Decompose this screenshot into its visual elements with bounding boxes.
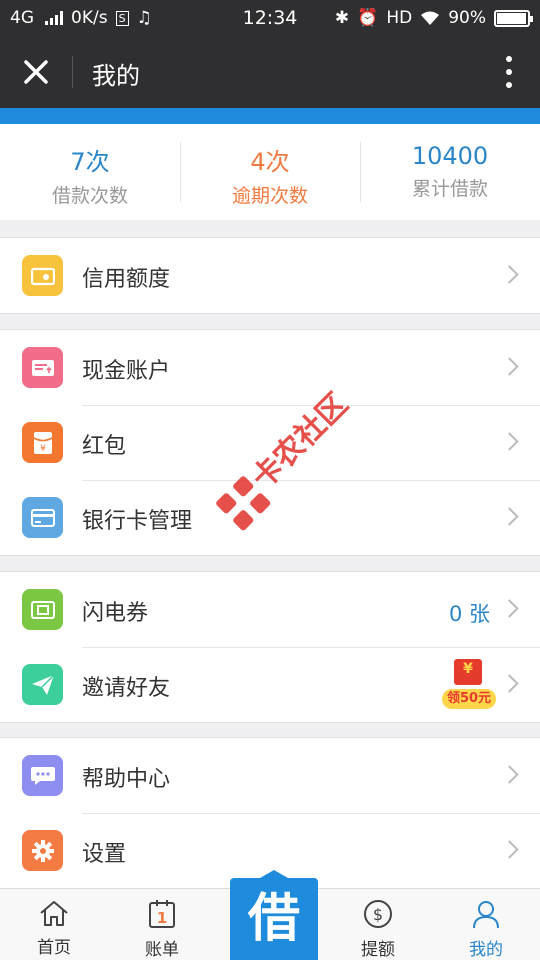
hd-indicator: HD [386,8,413,28]
menu-group-credit: 信用额度 [0,237,540,314]
menu-item-credit-limit[interactable]: 信用额度 [0,238,540,313]
menu-item-bank-card[interactable]: 银行卡管理 [0,480,540,555]
stat-label: 逾期次数 [231,185,308,207]
more-options-button[interactable] [504,56,514,88]
stat-total-borrowed[interactable]: 10400 累计借款 [360,124,540,220]
chevron-right-icon [500,357,519,376]
menu-item-red-packet[interactable]: ¥ 红包 [0,405,540,480]
chevron-right-icon [500,432,519,451]
menu-group-support: 帮助中心 设置 [0,737,540,889]
close-icon [24,60,48,84]
chevron-right-icon [500,840,519,859]
menu-item-label: 闪电券 [82,601,149,626]
menu-item-help-center[interactable]: 帮助中心 [0,738,540,813]
menu-item-label: 信用额度 [82,267,171,292]
tab-home[interactable]: 首页 [0,889,108,960]
stat-label: 累计借款 [411,178,488,200]
chevron-right-icon [500,674,519,693]
red-packet-badge: ¥ 领50元 [442,659,496,711]
battery-fill [497,12,526,24]
menu-item-label: 设置 [82,842,127,867]
menu-item-label: 银行卡管理 [82,509,193,534]
menu-group-account: 现金账户 ¥ 红包 银行卡管理 [0,329,540,556]
menu-item-flash-coupon[interactable]: 闪电券 0 张 [0,572,540,647]
title-divider [72,56,73,88]
stat-label: 借款次数 [51,185,128,207]
close-button[interactable] [18,54,54,90]
menu-item-cash-account[interactable]: 现金账户 [0,330,540,405]
more-dot-icon [506,56,512,62]
borrow-button[interactable]: 借 [230,870,318,960]
bill-icon-number: 1 [157,909,167,927]
tab-label: 提额 [361,940,395,960]
tab-mine[interactable]: 我的 [432,889,540,960]
dollar-circle-icon: $ [364,900,392,928]
svg-text:$: $ [373,905,383,924]
wallet-icon [22,255,63,296]
card-upload-icon [22,347,63,388]
red-envelope-icon: ¥ [22,422,63,463]
battery-icon [494,9,533,27]
title-bar: 我的 [0,36,540,108]
menu-item-invite-friends[interactable]: 邀请好友 ¥ 领50元 [0,647,540,722]
home-icon [40,901,68,926]
tab-withdraw[interactable]: $ 提额 [324,889,432,960]
bluetooth-icon: ✱ [334,8,350,28]
bank-card-icon [22,497,63,538]
tab-label: 账单 [145,940,179,960]
chevron-right-icon [500,765,519,784]
stat-overdue-count[interactable]: 4次 逾期次数 [180,124,360,220]
more-dot-icon [506,69,512,75]
menu-item-label: 帮助中心 [82,767,171,792]
badge-text: 领50元 [442,689,496,709]
stat-borrow-count[interactable]: 7次 借款次数 [0,124,180,220]
ticket-icon [22,589,63,630]
alarm-icon: ⏰ [357,8,379,28]
svg-text:¥: ¥ [40,444,46,454]
paper-plane-icon [22,664,63,705]
bill-calendar-icon: 1 [149,900,175,928]
stat-value: 4次 [250,148,290,176]
more-dot-icon [506,82,512,88]
gear-icon [22,830,63,871]
header-accent-band [0,108,540,124]
menu-item-label: 邀请好友 [82,676,171,701]
chevron-right-icon [500,507,519,526]
menu-item-label: 现金账户 [82,359,171,384]
chat-bubble-icon [22,755,63,796]
user-icon [473,901,499,929]
chevron-right-icon [500,599,519,618]
tab-label: 我的 [469,940,503,960]
chevron-right-icon [500,265,519,284]
menu-group-promotions: 闪电券 0 张 邀请好友 ¥ 领50元 [0,571,540,723]
stat-value: 7次 [70,148,110,176]
status-bar: 4G 0K/s S ♫ 12:34 ✱ ⏰ HD 90% [0,0,540,36]
status-right: ✱ ⏰ HD 90% [334,8,533,28]
badge-yen: ¥ [463,661,473,677]
battery-percent: 90% [448,8,486,28]
page-title: 我的 [92,62,140,90]
coupon-count: 0 张 [448,602,490,626]
menu-item-label: 红包 [82,434,127,459]
tab-bill[interactable]: 1 账单 [108,889,216,960]
tab-label: 首页 [37,938,71,958]
stat-value: 10400 [411,142,489,170]
wifi-icon [421,11,440,25]
stats-panel: 7次 借款次数 4次 逾期次数 10400 累计借款 [0,124,540,220]
